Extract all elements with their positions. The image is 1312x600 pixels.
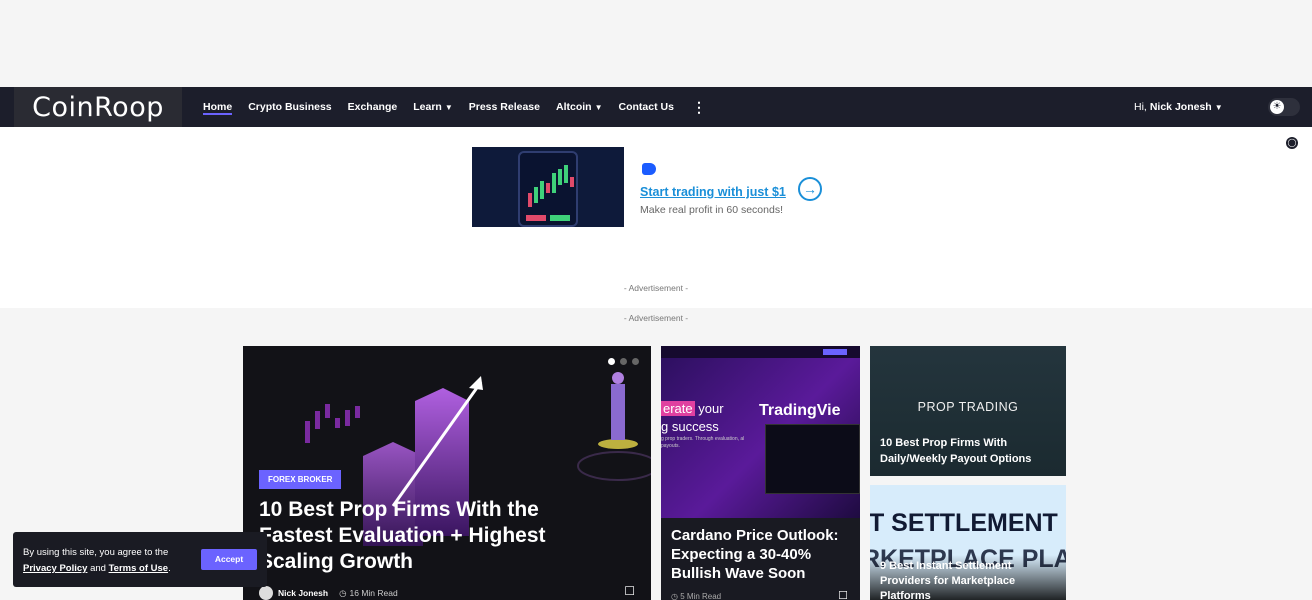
ad-banner[interactable]: Start trading with just $1 Make real pro…: [472, 147, 832, 227]
more-vertical-icon[interactable]: ⋮: [692, 99, 706, 116]
cookie-text: By using this site, you agree to the Pri…: [23, 547, 171, 574]
nav-item-label: Learn: [413, 101, 442, 113]
chevron-down-icon: ▼: [594, 102, 603, 112]
nav-menu: Home Crypto Business Exchange Learn ▼ Press R…: [203, 87, 706, 127]
nav-item-label: Crypto Business: [248, 101, 332, 113]
user-name: Nick Jonesh: [1149, 101, 1212, 113]
terms-of-use-link[interactable]: Terms of Use: [109, 563, 168, 574]
post-card[interactable]: erate your g success g prop traders. Thr…: [661, 346, 860, 600]
user-menu[interactable]: Hi, Nick Jonesh ▼: [1134, 87, 1223, 127]
post-meta: Nick Jonesh ◷ 16 Min Read: [259, 586, 398, 600]
top-blank-area: [0, 0, 1312, 87]
thumbnail-caption: g prop traders. Through evaluation, al p…: [661, 436, 745, 449]
clock-icon: ◷: [339, 587, 347, 598]
nav-item-exchange[interactable]: Exchange: [348, 87, 398, 127]
featured-post[interactable]: FOREX BROKER 10 Best Prop Firms With the…: [243, 346, 651, 600]
cookie-banner: By using this site, you agree to the Pri…: [13, 532, 267, 587]
brand-logo-icon: [642, 163, 656, 175]
nav-item-label: Contact Us: [618, 101, 674, 113]
theme-toggle[interactable]: ☀: [1268, 98, 1300, 116]
phone-chart-graphic: [518, 151, 578, 227]
main-navbar: CoinRoop Home Crypto Business Exchange Lear…: [0, 87, 1312, 127]
nav-item-altcoin[interactable]: Altcoin ▼: [556, 87, 603, 127]
post-title[interactable]: 9 Best Instant Settlement Providers for …: [880, 559, 1060, 600]
nav-item-crypto-business[interactable]: Crypto Business: [248, 87, 331, 127]
post-card[interactable]: PROP TRADING 10 Best Prop Firms With Dai…: [870, 346, 1066, 476]
nav-item-press-release[interactable]: Press Release: [469, 87, 540, 127]
ad-headline-link[interactable]: Start trading with just $1: [640, 185, 786, 199]
thumbnail-button: [823, 349, 847, 355]
read-time: ◷ 5 Min Read: [671, 592, 722, 600]
post-author[interactable]: Nick Jonesh: [278, 588, 328, 598]
ad-image: [472, 147, 624, 227]
thumbnail-heading: g success: [661, 419, 719, 434]
laptop-graphic: [765, 424, 860, 494]
slider-dot[interactable]: [608, 358, 615, 365]
nav-item-label: Exchange: [347, 101, 398, 113]
nav-item-label: Home: [203, 101, 233, 113]
bookmark-icon[interactable]: ☐: [838, 589, 848, 600]
advertisement-label: - Advertisement -: [623, 313, 689, 323]
arrow-right-icon[interactable]: →: [798, 177, 822, 201]
advertisement-label: - Advertisement -: [623, 283, 689, 293]
nav-item-label: Altcoin: [555, 101, 592, 113]
category-badge[interactable]: FOREX BROKER: [259, 470, 342, 489]
thumbnail-text: IT SETTLEMENT: [870, 509, 1058, 537]
nav-item-label: Press Release: [468, 101, 540, 113]
nav-item-contact-us[interactable]: Contact Us: [619, 87, 674, 127]
slider-dot[interactable]: [620, 358, 627, 365]
chevron-down-icon: ▼: [444, 102, 453, 112]
nav-item-learn[interactable]: Learn ▼: [413, 87, 453, 127]
privacy-policy-link[interactable]: Privacy Policy: [23, 563, 87, 574]
accept-button[interactable]: Accept: [201, 549, 257, 570]
featured-post-title[interactable]: 10 Best Prop Firms With the Fastest Eval…: [259, 497, 599, 575]
avatar: [259, 586, 273, 600]
thumbnail-brand: TradingVie: [759, 402, 841, 419]
thumbnail-heading: erate your: [661, 401, 724, 416]
post-thumbnail: erate your g success g prop traders. Thr…: [661, 346, 860, 518]
slider-dots: [608, 358, 639, 365]
site-logo[interactable]: CoinRoop: [14, 87, 182, 127]
nav-item-home[interactable]: Home: [203, 87, 233, 127]
thumbnail-label: PROP TRADING: [917, 400, 1019, 414]
ad-region: ◯ Start trading with just $1 Make real p…: [0, 127, 1312, 308]
slider-dot[interactable]: [632, 358, 639, 365]
chevron-down-icon: ▼: [1214, 102, 1223, 112]
sun-icon: ☀: [1270, 100, 1284, 114]
post-title[interactable]: Cardano Price Outlook: Expecting a 30-40…: [671, 526, 856, 583]
post-card[interactable]: IT SETTLEMENT RKETPLACE PLA 9 Best Insta…: [870, 485, 1066, 600]
ad-subtext: Make real profit in 60 seconds!: [640, 204, 783, 216]
read-time: 16 Min Read: [349, 588, 398, 598]
ad-info-icon[interactable]: ◯: [1286, 137, 1298, 149]
bookmark-icon[interactable]: ☐: [624, 584, 635, 598]
post-title[interactable]: 10 Best Prop Firms With Daily/Weekly Pay…: [880, 435, 1060, 467]
logo-text: CoinRoop: [32, 91, 164, 123]
user-greeting: Hi,: [1134, 101, 1147, 113]
